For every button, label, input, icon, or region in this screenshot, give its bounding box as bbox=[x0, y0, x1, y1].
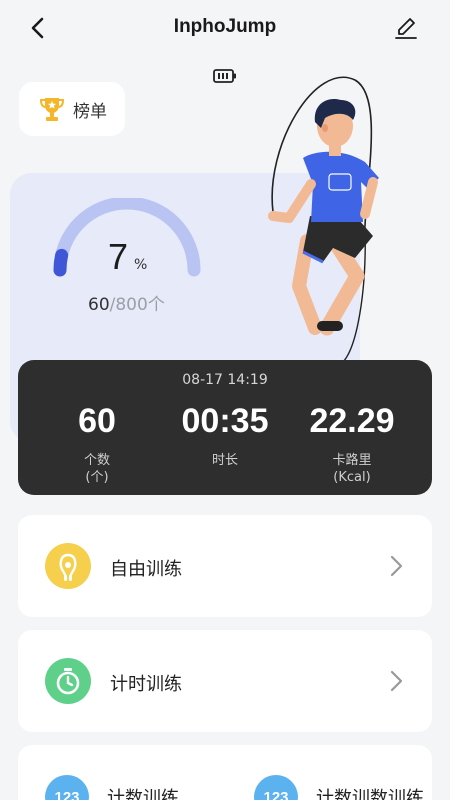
stat-calories-label: 卡路里 bbox=[332, 453, 372, 468]
progress-count-current: 60 bbox=[88, 295, 110, 315]
stat-duration-value: 00:35 bbox=[181, 402, 269, 440]
progress-percent-unit: % bbox=[134, 257, 148, 273]
stat-calories-value: 22.29 bbox=[309, 402, 395, 440]
trophy-icon bbox=[39, 98, 65, 121]
progress-gauge-fill bbox=[53, 248, 69, 277]
chevron-right-icon bbox=[390, 555, 403, 577]
count-training-2-label: 计数训数训练 bbox=[316, 788, 424, 800]
free-training-card[interactable]: 自由训练 bbox=[18, 515, 432, 617]
count-training-item[interactable]: 123 计数训练 bbox=[45, 775, 179, 800]
timed-training-card[interactable]: 计时训练 bbox=[18, 630, 432, 732]
jump-rope-icon bbox=[45, 543, 91, 589]
stat-count-unit: (个) bbox=[85, 470, 109, 485]
stat-calories-unit: (Kcal) bbox=[333, 470, 371, 485]
count-training-label: 计数训练 bbox=[107, 788, 179, 800]
progress-count-total: /800个 bbox=[109, 295, 165, 315]
count-training-2-item[interactable]: 123 计数训数训练 bbox=[254, 775, 424, 800]
progress-percent-value: 7 bbox=[108, 236, 129, 277]
count-123-icon: 123 bbox=[45, 775, 89, 800]
leaderboard-button[interactable]: 榜单 bbox=[19, 82, 125, 136]
stat-calories: 22.29 卡路里 (Kcal) bbox=[282, 404, 422, 486]
free-training-label: 自由训练 bbox=[110, 559, 182, 580]
edit-pencil-icon[interactable] bbox=[392, 14, 420, 42]
app-header: InphoJump bbox=[0, 0, 450, 56]
battery-icon bbox=[213, 69, 236, 83]
stat-count-value: 60 bbox=[78, 402, 116, 440]
stat-count-label: 个数 bbox=[83, 453, 110, 468]
leaderboard-label: 榜单 bbox=[73, 101, 107, 122]
stopwatch-icon bbox=[45, 658, 91, 704]
stat-duration-label: 时长 bbox=[211, 453, 238, 468]
stat-duration: 00:35 时长 bbox=[155, 404, 295, 469]
progress-percent: 7 % bbox=[108, 236, 147, 278]
progress-count: 60/800个 bbox=[88, 290, 165, 315]
session-stats-card: 08-17 14:19 60 个数 (个) 00:35 时长 22.29 卡路里… bbox=[18, 360, 432, 495]
stat-count: 60 个数 (个) bbox=[27, 404, 167, 486]
jump-rope-figure-illustration bbox=[268, 76, 379, 366]
timed-training-label: 计时训练 bbox=[110, 674, 182, 695]
page-title: InphoJump bbox=[173, 16, 277, 37]
count-123-icon: 123 bbox=[254, 775, 298, 800]
chevron-right-icon bbox=[390, 670, 403, 692]
session-datetime: 08-17 14:19 bbox=[182, 372, 268, 388]
count-training-card: 123 计数训练 123 计数训数训练 bbox=[18, 745, 432, 800]
